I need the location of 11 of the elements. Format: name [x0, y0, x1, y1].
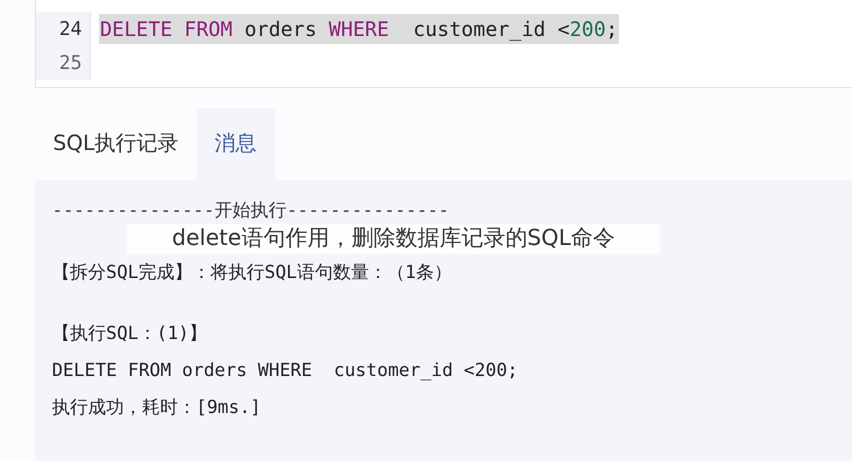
message-line: 执行成功，耗时：[9ms.] — [52, 396, 262, 420]
caption-text: delete语句作用，删除数据库记录的SQL命令 — [127, 224, 660, 254]
tab[interactable]: SQL执行记录 — [35, 108, 197, 180]
message-line: 【执行SQL：(1)】 — [52, 322, 208, 346]
tab[interactable]: 消息 — [196, 108, 275, 180]
message-line: 【拆分SQL完成】：将执行SQL语句数量：（1条） — [52, 261, 452, 285]
message-divider: ---------------开始执行--------------- — [52, 199, 450, 223]
message-line: DELETE FROM orders WHERE customer_id <200; — [52, 359, 518, 383]
code-editor[interactable]: 24 DELETE FROM orders WHERE customer_id <200; 25 — [35, 0, 852, 88]
line-number: 25 — [36, 46, 91, 80]
line-number: 24 — [36, 12, 91, 46]
